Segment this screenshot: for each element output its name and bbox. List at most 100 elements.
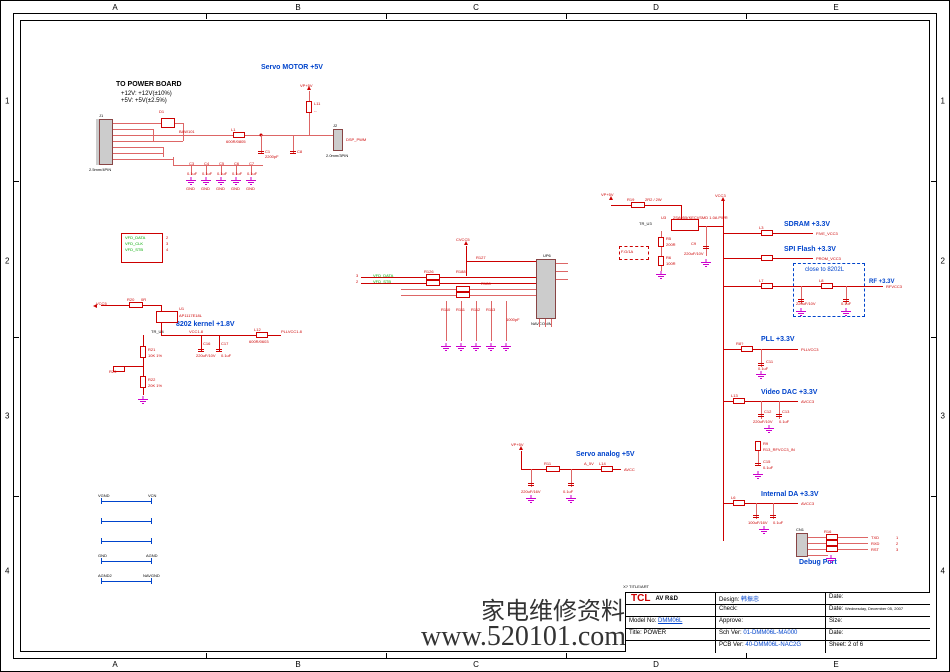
gnd-icon	[456, 343, 466, 350]
bp-agnd: AGND	[146, 553, 158, 558]
ca5v-val: 0.1uF	[563, 489, 573, 494]
gnd-icon	[231, 177, 241, 184]
inductor-l3	[761, 230, 773, 236]
l12-val: 600R/0603	[249, 339, 269, 344]
grid-col-c-top: C	[473, 3, 479, 12]
inductor-l13	[733, 398, 745, 404]
r110: R110	[441, 307, 450, 312]
u3-lbl: U3	[661, 215, 666, 220]
wire	[539, 319, 540, 327]
c13-val: 0.1uF	[779, 419, 789, 424]
wire	[521, 451, 522, 469]
r19-lbl: R19	[627, 197, 634, 202]
c4-lbl: C4	[204, 161, 209, 166]
gnd-icon	[441, 343, 451, 350]
tick	[746, 13, 747, 19]
wire	[153, 129, 154, 141]
connector-j2	[333, 129, 343, 151]
r111: R111	[456, 307, 465, 312]
model-lbl: Model No:	[629, 618, 656, 624]
j1-label: J1	[99, 113, 103, 118]
rf-cval2: 0.1uF	[841, 301, 851, 306]
r5-val: 200R	[666, 242, 676, 247]
tick	[746, 653, 747, 659]
c17-lbl: C17	[221, 341, 228, 346]
tick	[386, 653, 387, 659]
wire	[723, 286, 883, 287]
power-note2: +5V: +5V(±2.5%)	[121, 98, 167, 104]
l14-lbl: L14	[599, 461, 606, 466]
res-r20	[129, 302, 143, 308]
gnd-lbl: GND	[186, 186, 195, 191]
r9-val: R13_RFVCC3_IN	[763, 447, 795, 452]
res-r11	[546, 466, 560, 472]
bp-vgnd-l: VGND	[98, 493, 110, 498]
tick	[206, 653, 207, 659]
bp-navgnd: NAVGND	[143, 573, 160, 578]
gnd-lbl: GND	[216, 186, 225, 191]
txd: TXD	[871, 535, 879, 540]
rf-cval1: 220uF/10V	[796, 301, 816, 306]
rxd: RXD	[871, 541, 879, 546]
gnd-icon	[246, 177, 256, 184]
wire	[699, 226, 723, 227]
rfvcc3: RFVCC3	[886, 284, 902, 289]
r-1000p: 1000pF	[506, 317, 520, 322]
tick	[566, 653, 567, 659]
up6-lbl: UP6	[543, 253, 551, 258]
model-val: DMM06L	[658, 618, 682, 624]
gnd-icon	[756, 371, 766, 378]
wire	[113, 147, 163, 148]
r127-top: R127	[476, 255, 486, 260]
title-spi: SPI Flash +3.3V	[784, 246, 836, 253]
pin2: 2	[166, 235, 168, 240]
wire	[551, 319, 552, 327]
title-vdac: Video DAC +3.3V	[761, 389, 817, 396]
sch-val: 01-DMM06L-MA000	[743, 630, 797, 636]
c1-val: 2200pF	[265, 154, 279, 159]
inductor-l4	[761, 255, 773, 261]
grid-col-d-bot: D	[653, 660, 659, 669]
wire	[466, 261, 536, 262]
fuse-dash	[619, 246, 649, 260]
r21-lbl: R21	[148, 347, 155, 352]
grid-col-a-bot: A	[112, 660, 117, 669]
wire	[113, 141, 183, 142]
r5-lbl: R5	[666, 236, 671, 241]
vfd-data: VFD_DATA	[125, 235, 145, 240]
grid-col-e-top: E	[833, 3, 838, 12]
u1-type: AP1117E18L	[179, 313, 202, 318]
r128-lbl: R128	[481, 281, 491, 286]
logo-text: TCL	[629, 593, 652, 604]
wire	[309, 91, 310, 135]
sch-lbl: Sch Ver:	[719, 630, 742, 636]
l3-lbl: L3	[759, 225, 763, 230]
wire	[113, 129, 153, 130]
r20-val: 0R	[141, 297, 146, 302]
date-val: Wednesday, December 05, 2007	[845, 606, 903, 611]
res-r19	[631, 202, 645, 208]
c12-lbl: C12	[764, 409, 771, 414]
c5v: 0.1uF	[217, 171, 227, 176]
res-r5	[658, 237, 664, 247]
wire	[556, 279, 568, 280]
port-row	[101, 561, 151, 562]
sheet-of: of	[853, 642, 858, 648]
l8-lbl: L8	[819, 278, 823, 283]
cn1-lbl: CN1	[796, 527, 804, 532]
c4v: 0.1uF	[202, 171, 212, 176]
r188-lbl: R188	[456, 269, 466, 274]
d1-type: BAW101	[179, 129, 195, 134]
gnd-icon	[501, 343, 511, 350]
five-vcc3: FIVE_VCC3	[816, 231, 838, 236]
c12-val: 220uF/10V	[753, 419, 773, 424]
c10-val: 220uF/16V	[521, 489, 541, 494]
rst: RST	[871, 547, 879, 552]
gnd-icon	[759, 526, 769, 533]
port-row	[101, 581, 151, 582]
r126-lbl: R126	[424, 269, 434, 274]
l12-lbl: L12	[254, 327, 261, 332]
inductor-l5	[741, 346, 753, 352]
c8-lbl: C8	[297, 149, 302, 154]
date-lbl: Date:	[829, 594, 843, 600]
